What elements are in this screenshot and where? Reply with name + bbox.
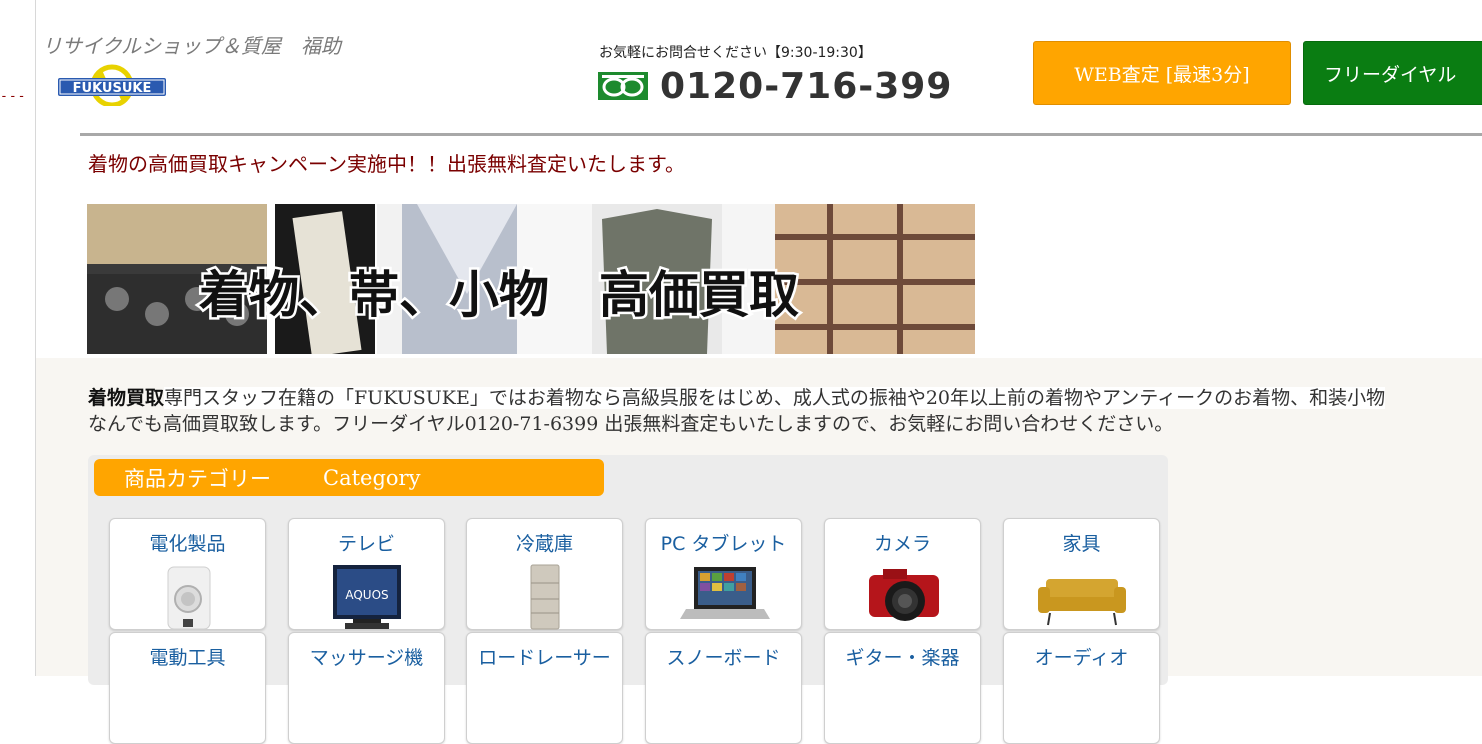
web-appraisal-button[interactable]: WEB査定 [最速3分] <box>1033 41 1291 105</box>
category-card-pc-tablet[interactable]: PC タブレット <box>645 518 802 630</box>
category-card-furniture[interactable]: 家具 <box>1003 518 1160 630</box>
category-card-camera[interactable]: カメラ <box>824 518 981 630</box>
phone-caption: お気軽にお問合せください【9:30-19:30】 <box>599 45 872 61</box>
left-rail: --- <box>0 0 36 676</box>
rail-dashes: --- <box>0 89 27 104</box>
category-card-road-racer[interactable]: ロードレーサー <box>466 632 623 744</box>
svg-text:AQUOS: AQUOS <box>345 588 388 602</box>
header-divider <box>80 133 1482 136</box>
kimono-banner-image[interactable]: 着物、帯、小物 高価買取 <box>87 204 975 354</box>
category-label: 電化製品 <box>149 533 226 555</box>
sofa-icon <box>1038 579 1126 626</box>
category-card-audio[interactable]: オーディオ <box>1003 632 1160 744</box>
category-card-appliances[interactable]: 電化製品 <box>109 518 266 630</box>
tv-icon: AQUOS <box>333 565 401 629</box>
intro-paragraph: 着物買取専門スタッフ在籍の「FUKUSUKE」ではお着物なら高級呉服をはじめ、成… <box>88 385 1482 437</box>
banner-text: 着物、帯、小物 高価買取 <box>199 266 799 324</box>
intro-line-2: なんでも高価買取致します。フリーダイヤル0120-71-6399 出張無料査定も… <box>88 413 1174 435</box>
intro-line-1: 専門スタッフ在籍の「FUKUSUKE」ではお着物なら高級呉服をはじめ、成人式の振… <box>164 387 1386 409</box>
category-title-jp: 商品カテゴリー <box>124 466 271 491</box>
fukusuke-logo[interactable]: FUKUSUKE <box>56 64 168 106</box>
freedial-icon <box>598 72 648 100</box>
category-label: テレビ <box>337 533 395 555</box>
category-label: オーディオ <box>1034 647 1129 669</box>
category-label: ロードレーサー <box>478 647 611 669</box>
phone-row[interactable]: 0120-716-399 <box>598 64 952 108</box>
svg-text:FUKUSUKE: FUKUSUKE <box>73 81 152 96</box>
category-card-massage-chair[interactable]: マッサージ機 <box>288 632 445 744</box>
category-label: 電動工具 <box>149 647 226 669</box>
intro-lead: 着物買取 <box>88 387 165 409</box>
category-label: 家具 <box>1062 533 1101 555</box>
category-label: スノーボード <box>666 647 781 669</box>
shop-name: リサイクルショップ＆質屋 福助 <box>42 34 341 58</box>
category-card-refrigerator[interactable]: 冷蔵庫 <box>466 518 623 630</box>
category-header: 商品カテゴリー Category <box>94 459 604 496</box>
category-card-guitar-instruments[interactable]: ギター・楽器 <box>824 632 981 744</box>
category-label: PC タブレット <box>660 533 787 555</box>
category-card-snowboard[interactable]: スノーボード <box>645 632 802 744</box>
category-title-en: Category <box>323 465 421 490</box>
category-label: ギター・楽器 <box>845 647 960 669</box>
laptop-icon <box>680 567 770 619</box>
washing-machine-icon <box>167 566 211 630</box>
category-label: 冷蔵庫 <box>515 533 573 555</box>
category-card-tv[interactable]: テレビ AQUOS <box>288 518 445 630</box>
campaign-text: 着物の高価買取キャンペーン実施中！！出張無料査定いたします。 <box>88 152 685 176</box>
free-dial-button[interactable]: フリーダイヤル <box>1303 41 1482 105</box>
refrigerator-icon <box>530 564 560 630</box>
category-label: カメラ <box>873 533 931 555</box>
phone-number: 0120-716-399 <box>660 65 953 107</box>
category-card-power-tools[interactable]: 電動工具 <box>109 632 266 744</box>
camera-icon <box>869 569 939 621</box>
category-label: マッサージ機 <box>309 647 424 669</box>
